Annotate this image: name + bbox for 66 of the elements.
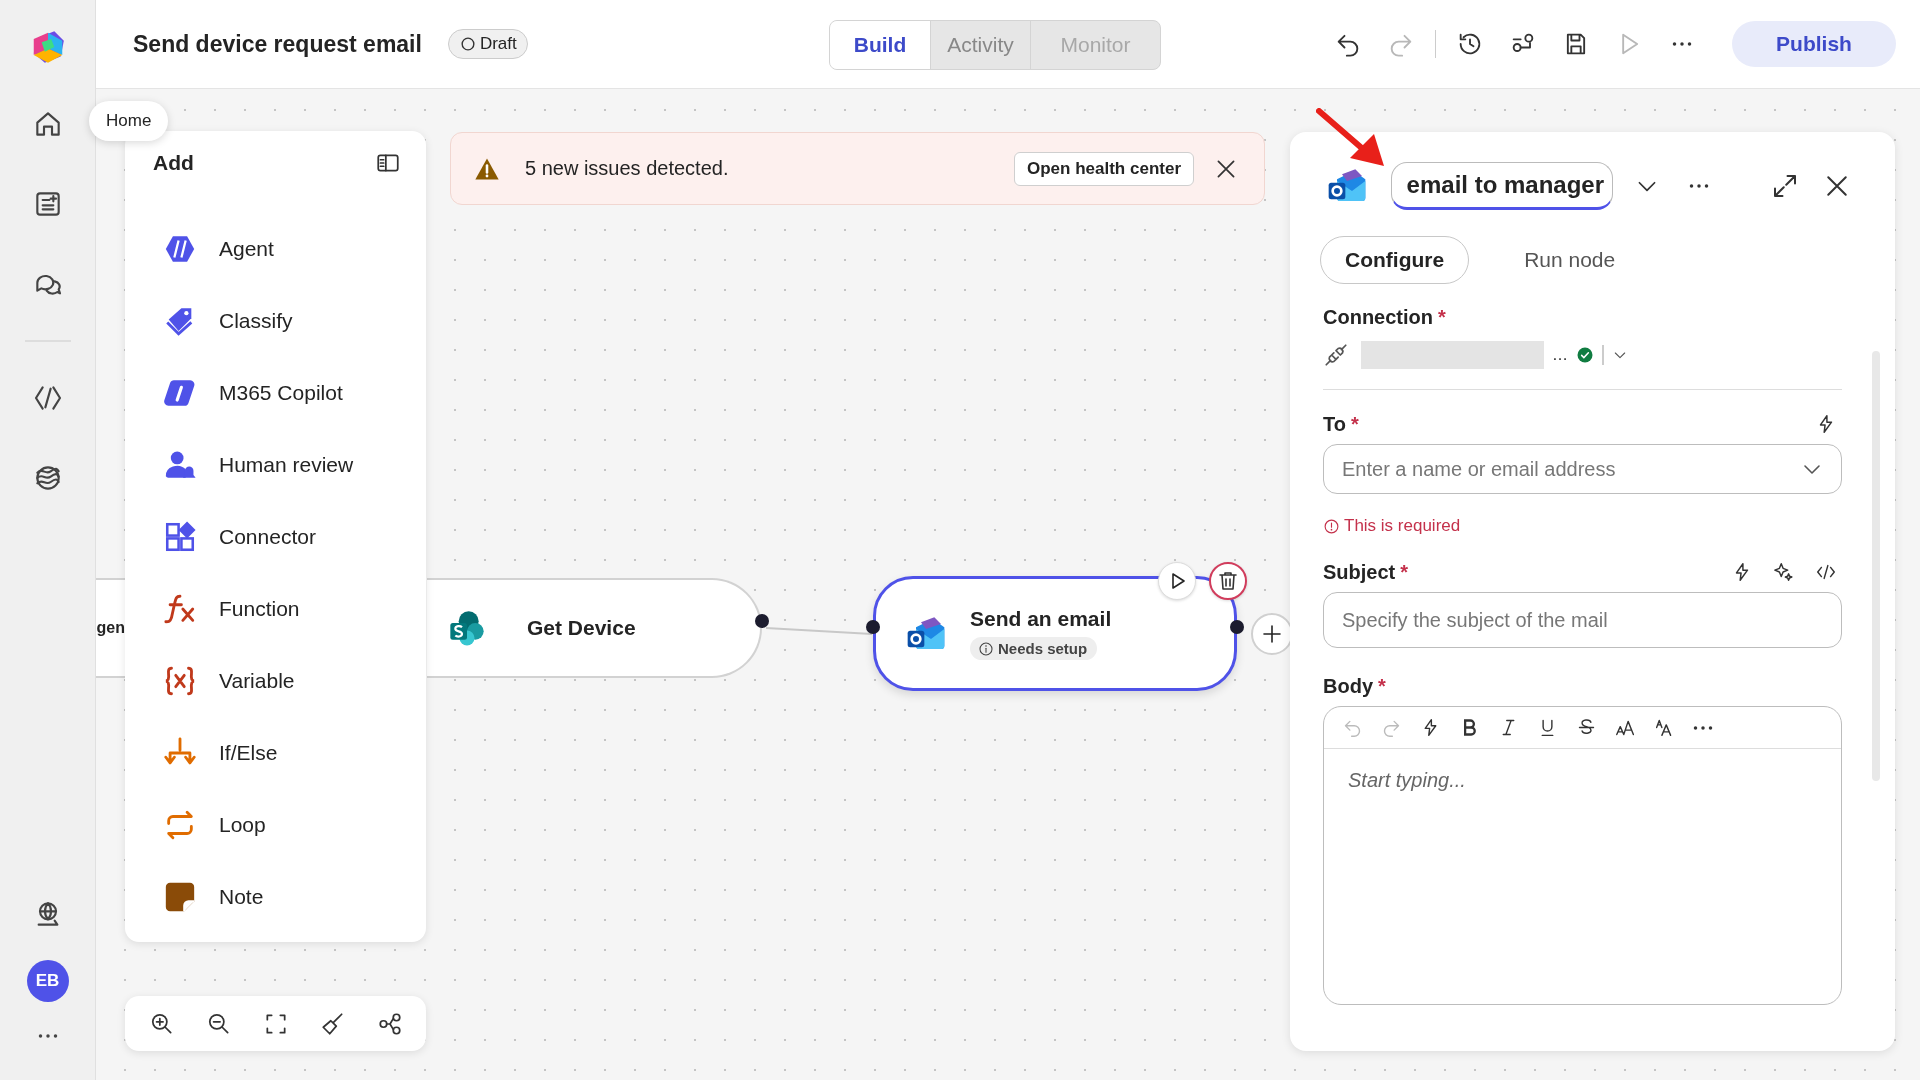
add-menu-item[interactable]: Human review (163, 429, 406, 501)
health-center-button[interactable]: Open health center (1014, 151, 1194, 186)
connector-icon (163, 520, 197, 554)
add-menu-item[interactable]: Note (163, 861, 406, 933)
add-menu-item[interactable]: Classify (163, 285, 406, 357)
more-icon (1693, 725, 1713, 730)
panel-title: Add (153, 151, 194, 175)
field-label: To (1323, 412, 1346, 436)
add-node-button[interactable] (1251, 612, 1293, 655)
nodes-icon (376, 1010, 403, 1037)
required-mark: * (1438, 306, 1446, 329)
view-tab[interactable]: Build (830, 21, 930, 69)
placeholder-text: Start typing... (1348, 769, 1467, 792)
more-icon (1672, 42, 1692, 46)
field-label: Connection (1323, 306, 1433, 329)
flow-node[interactable]: gen (96, 578, 125, 678)
node-title: gen (96, 619, 125, 637)
recipient-dropdown[interactable]: Enter a name or email address (1323, 444, 1842, 494)
error-icon (1323, 517, 1340, 535)
status-text: Draft (479, 34, 517, 54)
delete-button[interactable] (1209, 562, 1247, 600)
pointer-arrow (1316, 108, 1386, 168)
add-menu-item[interactable]: Function (163, 573, 406, 645)
error-message: This is required (1344, 516, 1461, 536)
run-node-button[interactable] (1158, 562, 1196, 600)
circle-icon (460, 37, 475, 51)
node-name-field[interactable]: email to manager (1391, 162, 1613, 210)
banner-message: 5 new issues detected. (525, 157, 730, 180)
variable-icon (163, 664, 197, 698)
subject-field[interactable]: Specify the subject of the mail (1323, 592, 1842, 648)
publish-button[interactable]: Publish (1732, 21, 1896, 67)
badge-text: Needs setup (998, 640, 1088, 657)
broom-icon (319, 1010, 346, 1037)
add-menu-item[interactable]: Agent (163, 213, 406, 285)
flow-node[interactable]: Get Device (427, 578, 762, 678)
field-label: Subject (1323, 560, 1396, 584)
panel-tab[interactable]: Run node (1499, 236, 1641, 284)
user-avatar[interactable]: EB (26, 960, 69, 1002)
note-icon (163, 880, 197, 914)
required-mark: * (1350, 412, 1359, 436)
add-menu-item[interactable]: Loop (163, 789, 406, 861)
field-label: Body (1323, 674, 1373, 698)
input-port (866, 619, 880, 634)
add-menu-item[interactable]: Variable (163, 645, 406, 717)
tooltip: Home (89, 101, 169, 141)
add-menu-item[interactable]: Connector (163, 501, 406, 573)
function-icon (163, 592, 197, 626)
required-mark: * (1378, 674, 1386, 698)
flow-node[interactable]: Send an email Needs setup (873, 576, 1237, 691)
more-icon (37, 1034, 58, 1038)
node-title: Send an email (970, 607, 1112, 631)
sparkle-icon (1773, 561, 1795, 583)
add-menu-item[interactable]: If/Else (163, 717, 406, 789)
overflow-text: … (1552, 346, 1568, 364)
flow-title: Send device request email (133, 30, 422, 58)
add-menu-item[interactable]: M365 Copilot (163, 357, 406, 429)
info-icon (978, 640, 994, 657)
trash-icon (1216, 569, 1240, 593)
connection-picker[interactable]: … (1323, 339, 1842, 371)
plug-icon (1323, 342, 1349, 368)
output-port (755, 614, 769, 628)
sites-app-icon (447, 608, 487, 648)
body-text-area[interactable]: Start typing... (1324, 749, 1841, 1004)
more-icon (1689, 184, 1709, 188)
node-title: Get Device (527, 616, 636, 640)
required-mark: * (1400, 560, 1409, 584)
